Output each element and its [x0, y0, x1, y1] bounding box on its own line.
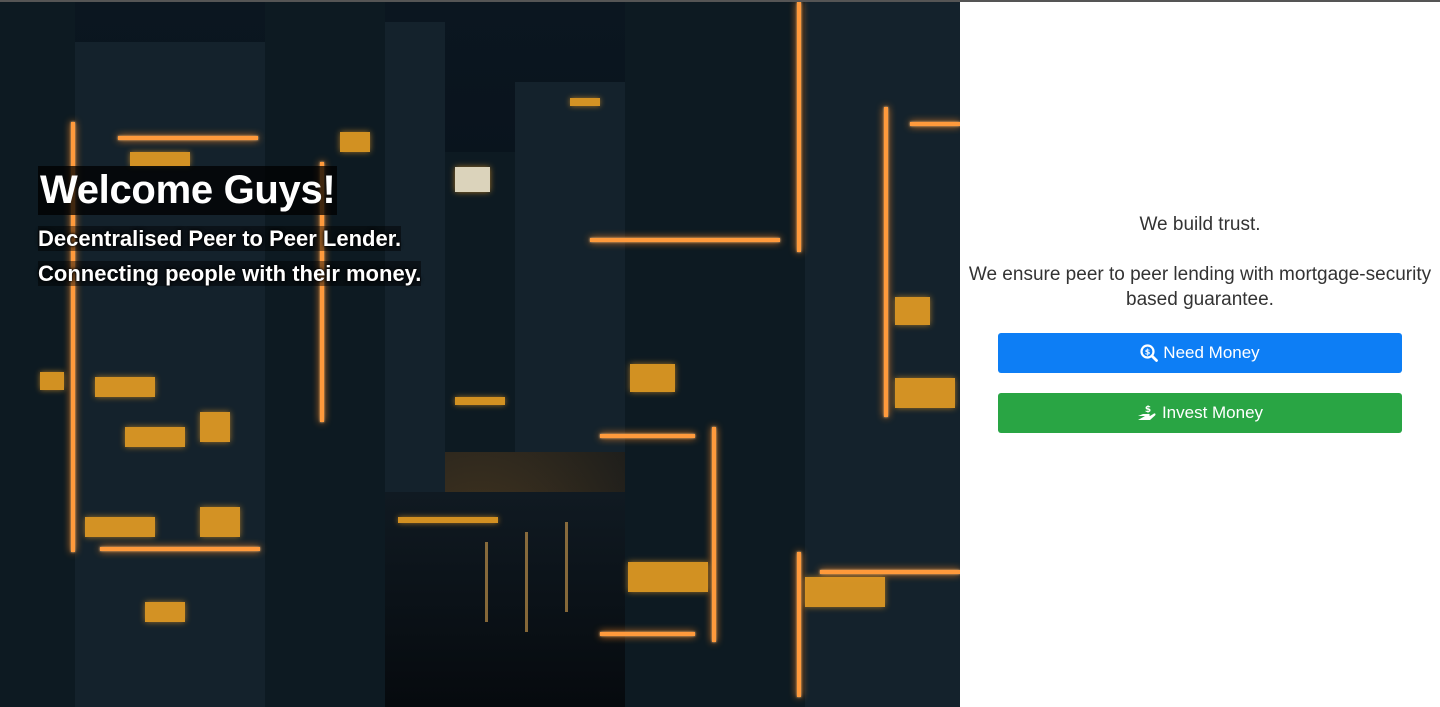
hero-background: Welcome Guys! Decentralised Peer to Peer…	[0, 2, 960, 707]
need-money-button[interactable]: $ Need Money	[998, 333, 1402, 373]
search-dollar-icon: $	[1140, 344, 1159, 362]
svg-text:$: $	[1145, 348, 1151, 357]
building	[265, 2, 385, 707]
neon-line	[910, 122, 960, 126]
harbor-water	[385, 492, 625, 707]
hand-holding-usd-icon: $	[1137, 405, 1156, 420]
tagline: We build trust.	[1139, 214, 1261, 235]
building	[515, 82, 625, 452]
hero-subtitle: Decentralised Peer to Peer Lender. Conne…	[38, 221, 422, 291]
need-money-label: Need Money	[1163, 343, 1260, 362]
neon-line	[797, 2, 801, 252]
neon-line	[600, 632, 695, 636]
neon-line	[100, 547, 260, 551]
hero-subtitle-line1: Decentralised Peer to Peer Lender.	[38, 226, 402, 251]
building	[445, 152, 515, 452]
hero-title: Welcome Guys!	[38, 166, 338, 215]
invest-money-label: Invest Money	[1161, 403, 1264, 422]
invest-money-button[interactable]: $ Invest Money	[998, 393, 1402, 433]
hero-text: Welcome Guys! Decentralised Peer to Peer…	[38, 166, 422, 291]
building	[0, 2, 75, 707]
neon-line	[590, 238, 780, 242]
neon-line	[820, 570, 960, 574]
neon-line	[884, 107, 888, 417]
description: We ensure peer to peer lending with mort…	[968, 264, 1432, 310]
neon-line	[600, 434, 695, 438]
svg-text:$: $	[1145, 405, 1151, 415]
neon-line	[712, 427, 716, 642]
neon-line	[797, 552, 801, 697]
hero-subtitle-line2: Connecting people with their money.	[38, 261, 422, 286]
action-panel: We build trust. We ensure peer to peer l…	[960, 2, 1440, 707]
neon-line	[118, 136, 258, 140]
